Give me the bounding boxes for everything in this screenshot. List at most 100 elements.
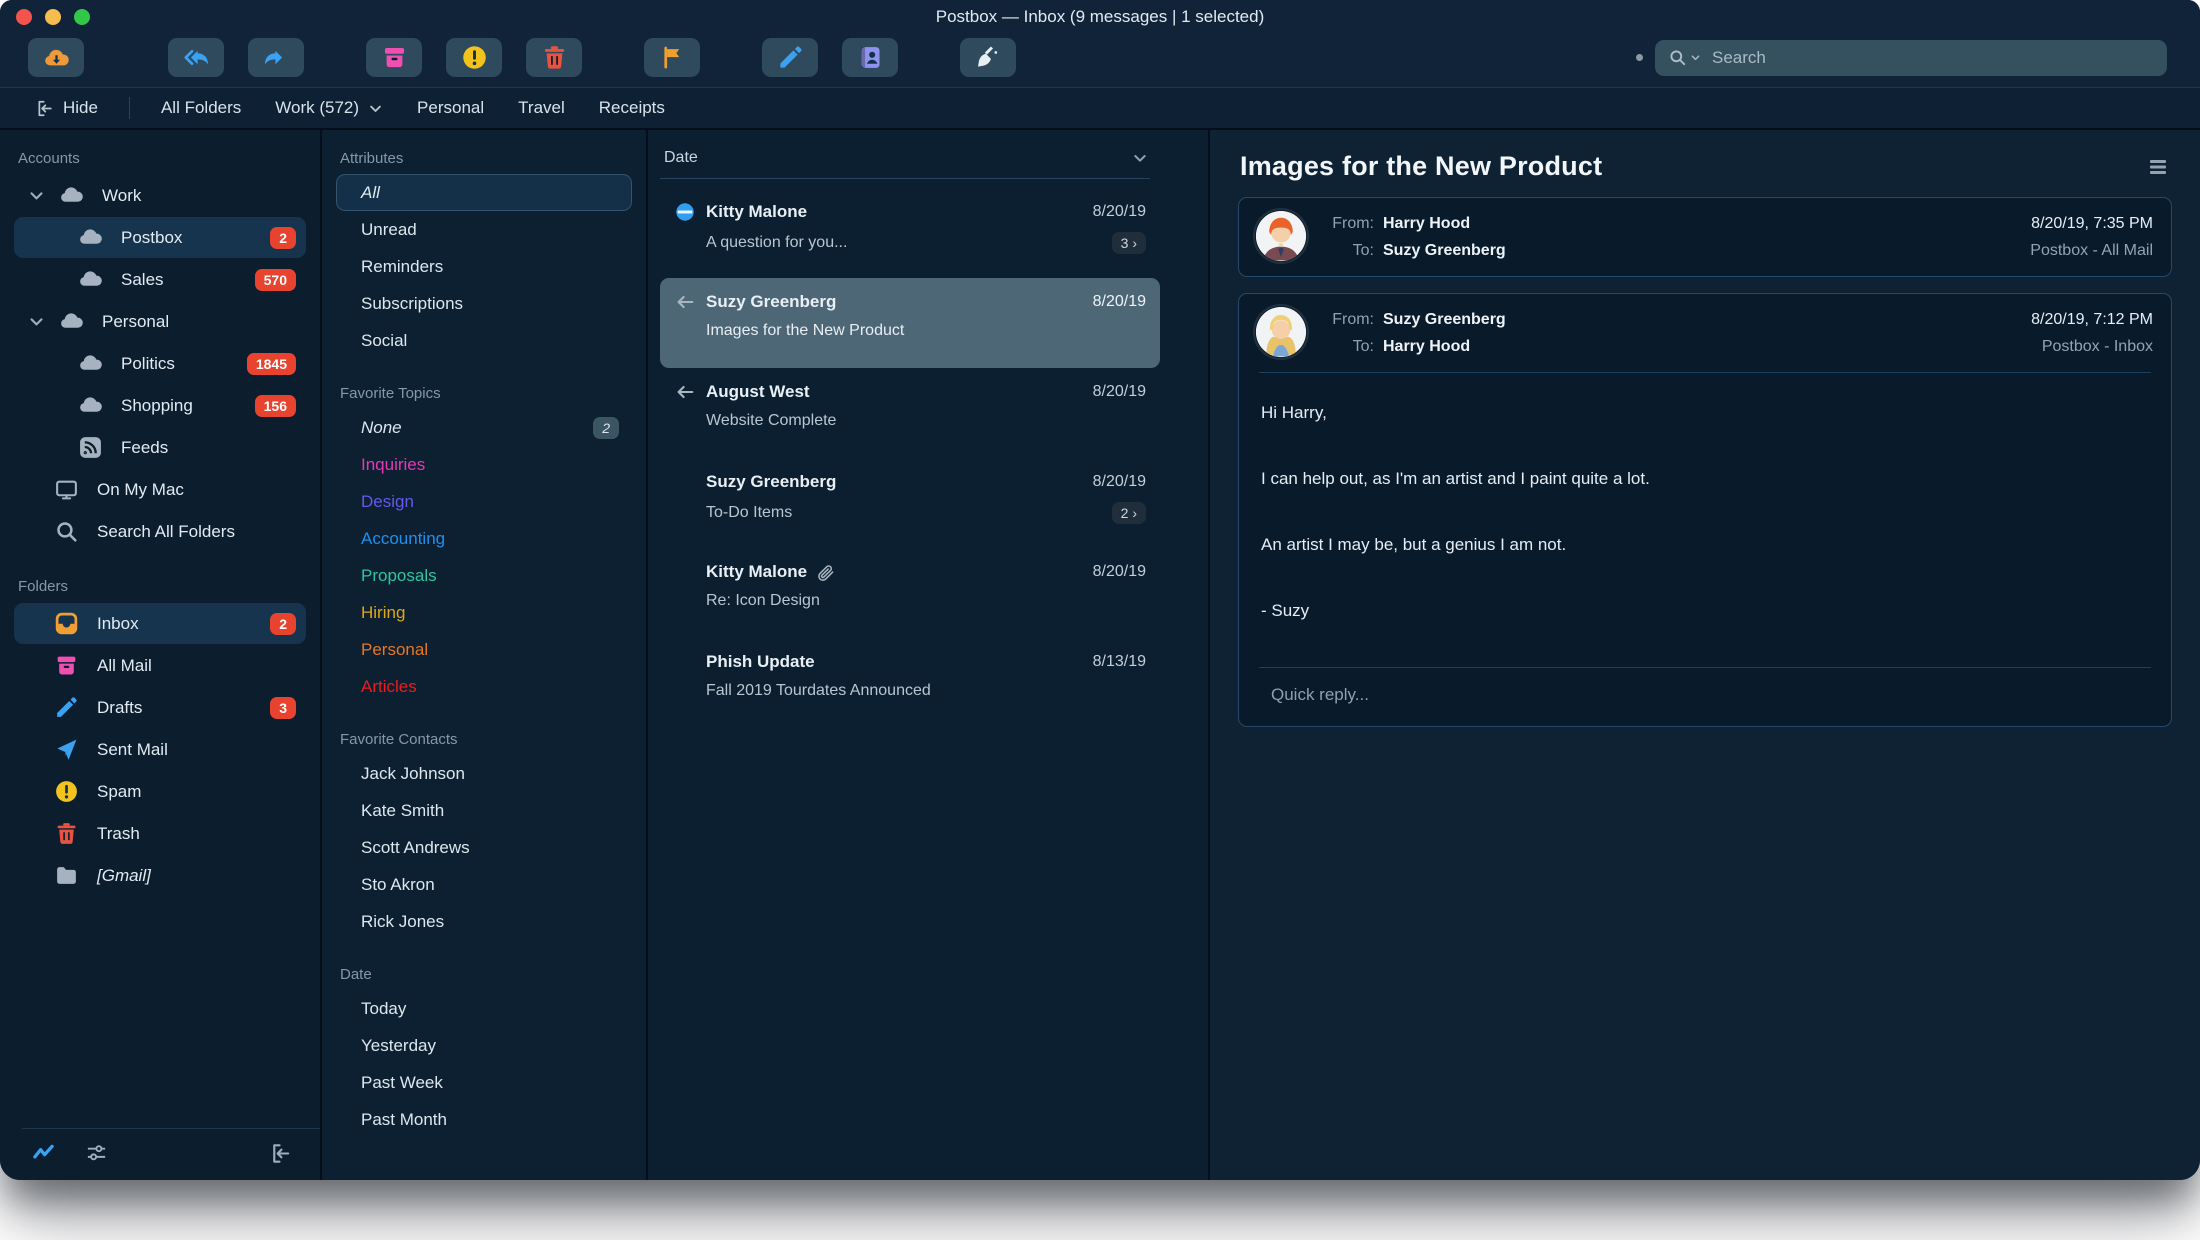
get-mail-button[interactable] [28,38,84,77]
date-yesterday[interactable]: Yesterday [336,1027,632,1064]
zoom-window-button[interactable] [74,9,90,25]
hide-label: Hide [63,98,98,117]
compose-button[interactable] [762,38,818,77]
collapse-panel-icon[interactable] [269,1142,292,1165]
topic-accounting[interactable]: Accounting [336,520,632,557]
topic-proposals[interactable]: Proposals [336,557,632,594]
search-input[interactable] [1710,46,2154,69]
reading-pane: Images for the New Product From: Harry Ho… [1210,130,2200,1180]
favorite-contacts-header: Favorite Contacts [340,731,458,748]
unread-indicator-icon[interactable] [674,201,696,223]
delete-button[interactable] [526,38,582,77]
quick-reply-field[interactable]: Quick reply... [1259,668,2151,726]
message-row-phish-update[interactable]: Phish Update 8/13/19 Fall 2019 Tourdates… [660,638,1160,728]
search-scope-chevron-icon[interactable] [1690,52,1701,63]
forward-icon [263,44,290,71]
thread-count-badge[interactable]: 3 › [1111,232,1146,254]
sent-plane-icon [54,737,79,762]
filter-personal[interactable]: Personal [400,98,501,118]
filter-all-folders[interactable]: All Folders [144,98,258,118]
drafts-pencil-icon [54,695,79,720]
topic-design[interactable]: Design [336,483,632,520]
message-row-suzy-greenberg-selected[interactable]: Suzy Greenberg 8/20/19 Images for the Ne… [660,278,1160,368]
sliders-settings-icon[interactable] [85,1142,108,1165]
toolbar-overflow-dot [1636,54,1643,61]
reply-all-button[interactable] [168,38,224,77]
sidebar-folder-sent-mail[interactable]: Sent Mail [14,729,306,770]
sort-chevron-icon[interactable] [1132,150,1148,166]
message-row-kitty-malone[interactable]: Kitty Malone 8/20/19 A question for you.… [660,188,1160,278]
date-today[interactable]: Today [336,990,632,1027]
search-box[interactable] [1655,39,2167,76]
quick-bar: Hide All Folders Work (572) Personal Tra… [0,87,2200,130]
sidebar-folder-gmail[interactable]: [Gmail] [14,855,306,896]
traffic-lights [16,9,90,25]
spam-button[interactable] [446,38,502,77]
message-row-suzy-todo[interactable]: Suzy Greenberg 8/20/19 To-Do Items 2 › [660,458,1160,548]
compose-pencil-icon [777,44,804,71]
message-card-harry[interactable]: From: Harry Hood To: Suzy Greenberg 8/20/1… [1238,197,2172,277]
close-window-button[interactable] [16,9,32,25]
sidebar-item-search-all-folders[interactable]: Search All Folders [14,511,306,552]
message-datetime: 8/20/19, 7:12 PM [2031,311,2153,328]
archive-button[interactable] [366,38,422,77]
filter-work[interactable]: Work (572) [258,98,400,118]
message-row-kitty-icon-design[interactable]: Kitty Malone 8/20/19 Re: Icon Design [660,548,1160,638]
topic-hiring[interactable]: Hiring [336,594,632,631]
sidebar-account-work[interactable]: Work [14,175,306,216]
sort-header[interactable]: Date [660,138,1150,179]
sidebar-folder-all-mail[interactable]: All Mail [14,645,306,686]
folders-header: Folders [18,578,69,595]
minimize-window-button[interactable] [45,9,61,25]
address-book-button[interactable] [842,38,898,77]
topic-none[interactable]: None 2 [336,409,632,446]
sidebar-folder-inbox[interactable]: Inbox 2 [14,603,306,644]
date-past-week[interactable]: Past Week [336,1064,632,1101]
filter-travel[interactable]: Travel [501,98,582,118]
contact-scott-andrews[interactable]: Scott Andrews [336,829,632,866]
favorite-topics-header: Favorite Topics [340,385,441,402]
topic-personal[interactable]: Personal [336,631,632,668]
sidebar-folder-trash[interactable]: Trash [14,813,306,854]
attribute-subscriptions[interactable]: Subscriptions [336,285,632,322]
message-folder: Postbox - All Mail [2030,242,2153,259]
avatar-suzy-greenberg [1255,306,1307,358]
sidebar-folder-drafts[interactable]: Drafts 3 [14,687,306,728]
chevron-down-icon[interactable] [28,187,45,204]
sidebar-folder-shopping[interactable]: Shopping 156 [14,385,306,426]
sidebar-folder-postbox[interactable]: Postbox 2 [14,217,306,258]
date-past-month[interactable]: Past Month [336,1101,632,1138]
sidebar-folder-spam[interactable]: Spam [14,771,306,812]
topic-inquiries[interactable]: Inquiries [336,446,632,483]
sidebar-account-personal[interactable]: Personal [14,301,306,342]
sidebar-folder-politics[interactable]: Politics 1845 [14,343,306,384]
attribute-unread[interactable]: Unread [336,211,632,248]
sidebar-item-on-my-mac[interactable]: On My Mac [14,469,306,510]
activity-pulse-icon[interactable] [32,1142,55,1165]
sidebar-folder-sales[interactable]: Sales 570 [14,259,306,300]
hide-quickbar-button[interactable]: Hide [18,98,115,118]
contact-rick-jones[interactable]: Rick Jones [336,903,632,940]
attribute-social[interactable]: Social [336,322,632,359]
sidebar-folder-feeds[interactable]: Feeds [14,427,306,468]
message-menu-icon[interactable] [2146,155,2170,179]
contact-jack-johnson[interactable]: Jack Johnson [336,755,632,792]
topic-articles[interactable]: Articles [336,668,632,705]
sweep-button[interactable] [960,38,1016,77]
filters-column: Attributes All Unread Reminders Subscrip… [322,130,648,1180]
thread-count-badge[interactable]: 2 › [1111,502,1146,524]
flag-button[interactable] [644,38,700,77]
message-row-august-west[interactable]: August West 8/20/19 Website Complete [660,368,1160,458]
date-filter-header: Date [340,966,372,983]
contact-kate-smith[interactable]: Kate Smith [336,792,632,829]
trash-icon [54,821,79,846]
attribute-reminders[interactable]: Reminders [336,248,632,285]
rss-icon [78,435,103,460]
from-name: Suzy Greenberg [1383,311,1506,328]
contact-sto-akron[interactable]: Sto Akron [336,866,632,903]
filter-receipts[interactable]: Receipts [582,98,682,118]
forward-button[interactable] [248,38,304,77]
message-header[interactable]: From: Suzy Greenberg To: Harry Hood 8/20/1… [1239,294,2171,372]
chevron-down-icon[interactable] [28,313,45,330]
attribute-all[interactable]: All [336,174,632,211]
